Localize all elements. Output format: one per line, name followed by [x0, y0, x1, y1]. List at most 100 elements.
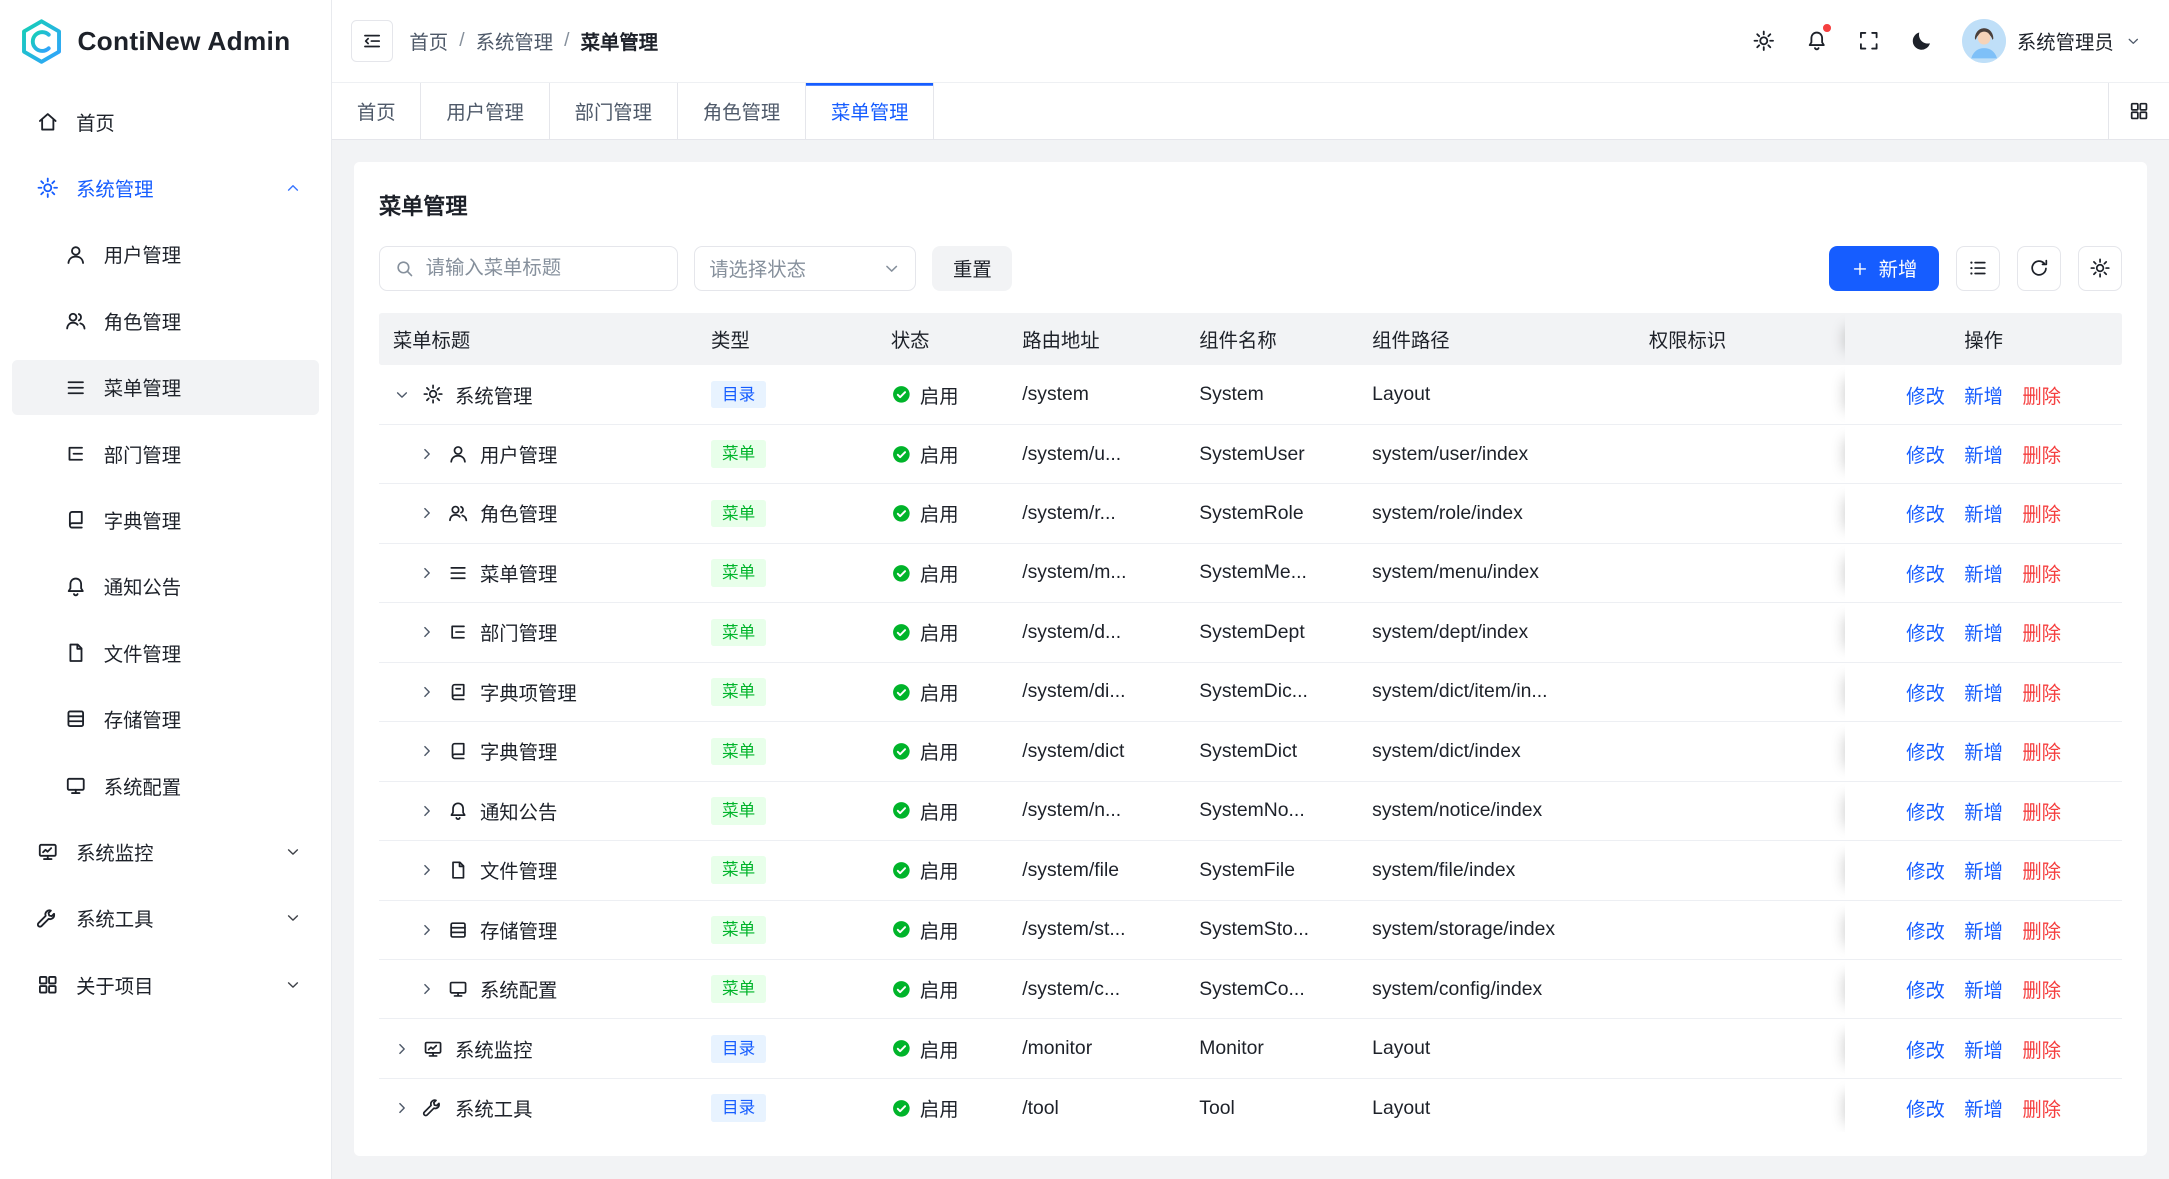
- row-density-button[interactable]: [1956, 246, 2000, 290]
- add-link[interactable]: 新增: [1964, 440, 2003, 468]
- row-expand-right-icon[interactable]: [418, 980, 436, 998]
- row-expand-right-icon[interactable]: [418, 445, 436, 463]
- sidebar-item-monitor[interactable]: 系统监控: [12, 824, 318, 879]
- row-expand-right-icon[interactable]: [418, 623, 436, 641]
- delete-link[interactable]: 删除: [2022, 678, 2061, 706]
- delete-link[interactable]: 删除: [2022, 618, 2061, 646]
- add-link[interactable]: 新增: [1964, 856, 2003, 884]
- tab-role[interactable]: 角色管理: [678, 83, 806, 139]
- breadcrumb-system[interactable]: 系统管理: [476, 27, 553, 55]
- menu-label: 通知公告: [104, 572, 181, 600]
- operation-cell: 修改 新增 删除: [1845, 544, 2122, 602]
- menu-title-search-field[interactable]: [426, 257, 663, 280]
- modify-link[interactable]: 修改: [1906, 916, 1945, 944]
- sidebar-item-about[interactable]: 关于项目: [12, 957, 318, 1012]
- sidebar-item-home[interactable]: 首页: [12, 94, 318, 149]
- row-expand-right-icon[interactable]: [418, 802, 436, 820]
- modify-link[interactable]: 修改: [1906, 678, 1945, 706]
- delete-link[interactable]: 删除: [2022, 440, 2061, 468]
- component-name-cell: SystemUser: [1185, 425, 1358, 483]
- sidebar-item-menu[interactable]: 菜单管理: [12, 360, 318, 415]
- sidebar-item-system[interactable]: 系统管理: [12, 160, 318, 215]
- user-menu[interactable]: 系统管理员: [1962, 19, 2142, 63]
- row-expand-right-icon[interactable]: [418, 504, 436, 522]
- row-expand-right-icon[interactable]: [418, 921, 436, 939]
- sidebar-collapse-button[interactable]: [351, 20, 392, 61]
- modify-link[interactable]: 修改: [1906, 440, 1945, 468]
- type-cell: 菜单: [697, 663, 877, 721]
- row-expand-down-icon[interactable]: [393, 386, 411, 404]
- tab-home[interactable]: 首页: [332, 83, 422, 139]
- sidebar-item-tools[interactable]: 系统工具: [12, 891, 318, 946]
- modify-link[interactable]: 修改: [1906, 737, 1945, 765]
- notifications-button[interactable]: [1793, 17, 1840, 64]
- status-select[interactable]: 请选择状态: [694, 246, 915, 290]
- table-row-storage: 存储管理 菜单 启用 /system/st... SystemSto... sy…: [379, 901, 2122, 960]
- add-link[interactable]: 新增: [1964, 797, 2003, 825]
- fullscreen-button[interactable]: [1845, 17, 1892, 64]
- tab-dept[interactable]: 部门管理: [550, 83, 678, 139]
- modify-link[interactable]: 修改: [1906, 618, 1945, 646]
- modify-link[interactable]: 修改: [1906, 797, 1945, 825]
- add-link[interactable]: 新增: [1964, 618, 2003, 646]
- delete-link[interactable]: 删除: [2022, 975, 2061, 1003]
- sidebar-item-user[interactable]: 用户管理: [12, 227, 318, 282]
- row-expand-right-icon[interactable]: [418, 861, 436, 879]
- dark-mode-button[interactable]: [1898, 17, 1945, 64]
- row-expand-right-icon[interactable]: [418, 683, 436, 701]
- menu-label: 系统配置: [104, 772, 181, 800]
- modify-link[interactable]: 修改: [1906, 559, 1945, 587]
- add-link[interactable]: 新增: [1964, 1094, 2003, 1122]
- row-expand-right-icon[interactable]: [418, 742, 436, 760]
- column-settings-button[interactable]: [2078, 246, 2122, 290]
- list-icon: [447, 562, 469, 584]
- sidebar-item-config[interactable]: 系统配置: [12, 758, 318, 813]
- menu-title: 存储管理: [480, 916, 557, 944]
- sidebar-item-dept[interactable]: 部门管理: [12, 426, 318, 481]
- menu-title: 通知公告: [480, 797, 557, 825]
- add-link[interactable]: 新增: [1964, 916, 2003, 944]
- add-link[interactable]: 新增: [1964, 975, 2003, 1003]
- modify-link[interactable]: 修改: [1906, 975, 1945, 1003]
- refresh-button[interactable]: [2017, 246, 2061, 290]
- modify-link[interactable]: 修改: [1906, 1035, 1945, 1063]
- reset-button[interactable]: 重置: [932, 246, 1012, 290]
- delete-link[interactable]: 删除: [2022, 916, 2061, 944]
- sidebar-item-file[interactable]: 文件管理: [12, 625, 318, 680]
- modify-link[interactable]: 修改: [1906, 856, 1945, 884]
- add-button[interactable]: 新增: [1829, 246, 1940, 290]
- add-link[interactable]: 新增: [1964, 381, 2003, 409]
- add-link[interactable]: 新增: [1964, 499, 2003, 527]
- sidebar-item-storage[interactable]: 存储管理: [12, 692, 318, 747]
- delete-link[interactable]: 删除: [2022, 797, 2061, 825]
- header-permission: 权限标识: [1635, 313, 1845, 366]
- modify-link[interactable]: 修改: [1906, 1094, 1945, 1122]
- row-expand-right-icon[interactable]: [393, 1040, 411, 1058]
- delete-link[interactable]: 删除: [2022, 381, 2061, 409]
- breadcrumb-home[interactable]: 首页: [409, 27, 448, 55]
- delete-link[interactable]: 删除: [2022, 559, 2061, 587]
- add-link[interactable]: 新增: [1964, 678, 2003, 706]
- tab-actions-button[interactable]: [2108, 83, 2169, 139]
- add-link[interactable]: 新增: [1964, 1035, 2003, 1063]
- delete-link[interactable]: 删除: [2022, 856, 2061, 884]
- desktop-icon: [64, 774, 88, 798]
- delete-link[interactable]: 删除: [2022, 1035, 2061, 1063]
- sidebar-item-role[interactable]: 角色管理: [12, 293, 318, 348]
- delete-link[interactable]: 删除: [2022, 737, 2061, 765]
- delete-link[interactable]: 删除: [2022, 499, 2061, 527]
- delete-link[interactable]: 删除: [2022, 1094, 2061, 1122]
- sidebar-item-notice[interactable]: 通知公告: [12, 559, 318, 614]
- add-link[interactable]: 新增: [1964, 559, 2003, 587]
- settings-button[interactable]: [1740, 17, 1787, 64]
- tab-user[interactable]: 用户管理: [421, 83, 549, 139]
- tab-menu[interactable]: 菜单管理: [806, 83, 934, 139]
- component-path-cell: system/role/index: [1358, 484, 1635, 542]
- search-input[interactable]: [379, 246, 678, 290]
- modify-link[interactable]: 修改: [1906, 499, 1945, 527]
- row-expand-right-icon[interactable]: [393, 1099, 411, 1117]
- add-link[interactable]: 新增: [1964, 737, 2003, 765]
- sidebar-item-dict[interactable]: 字典管理: [12, 492, 318, 547]
- modify-link[interactable]: 修改: [1906, 381, 1945, 409]
- row-expand-right-icon[interactable]: [418, 564, 436, 582]
